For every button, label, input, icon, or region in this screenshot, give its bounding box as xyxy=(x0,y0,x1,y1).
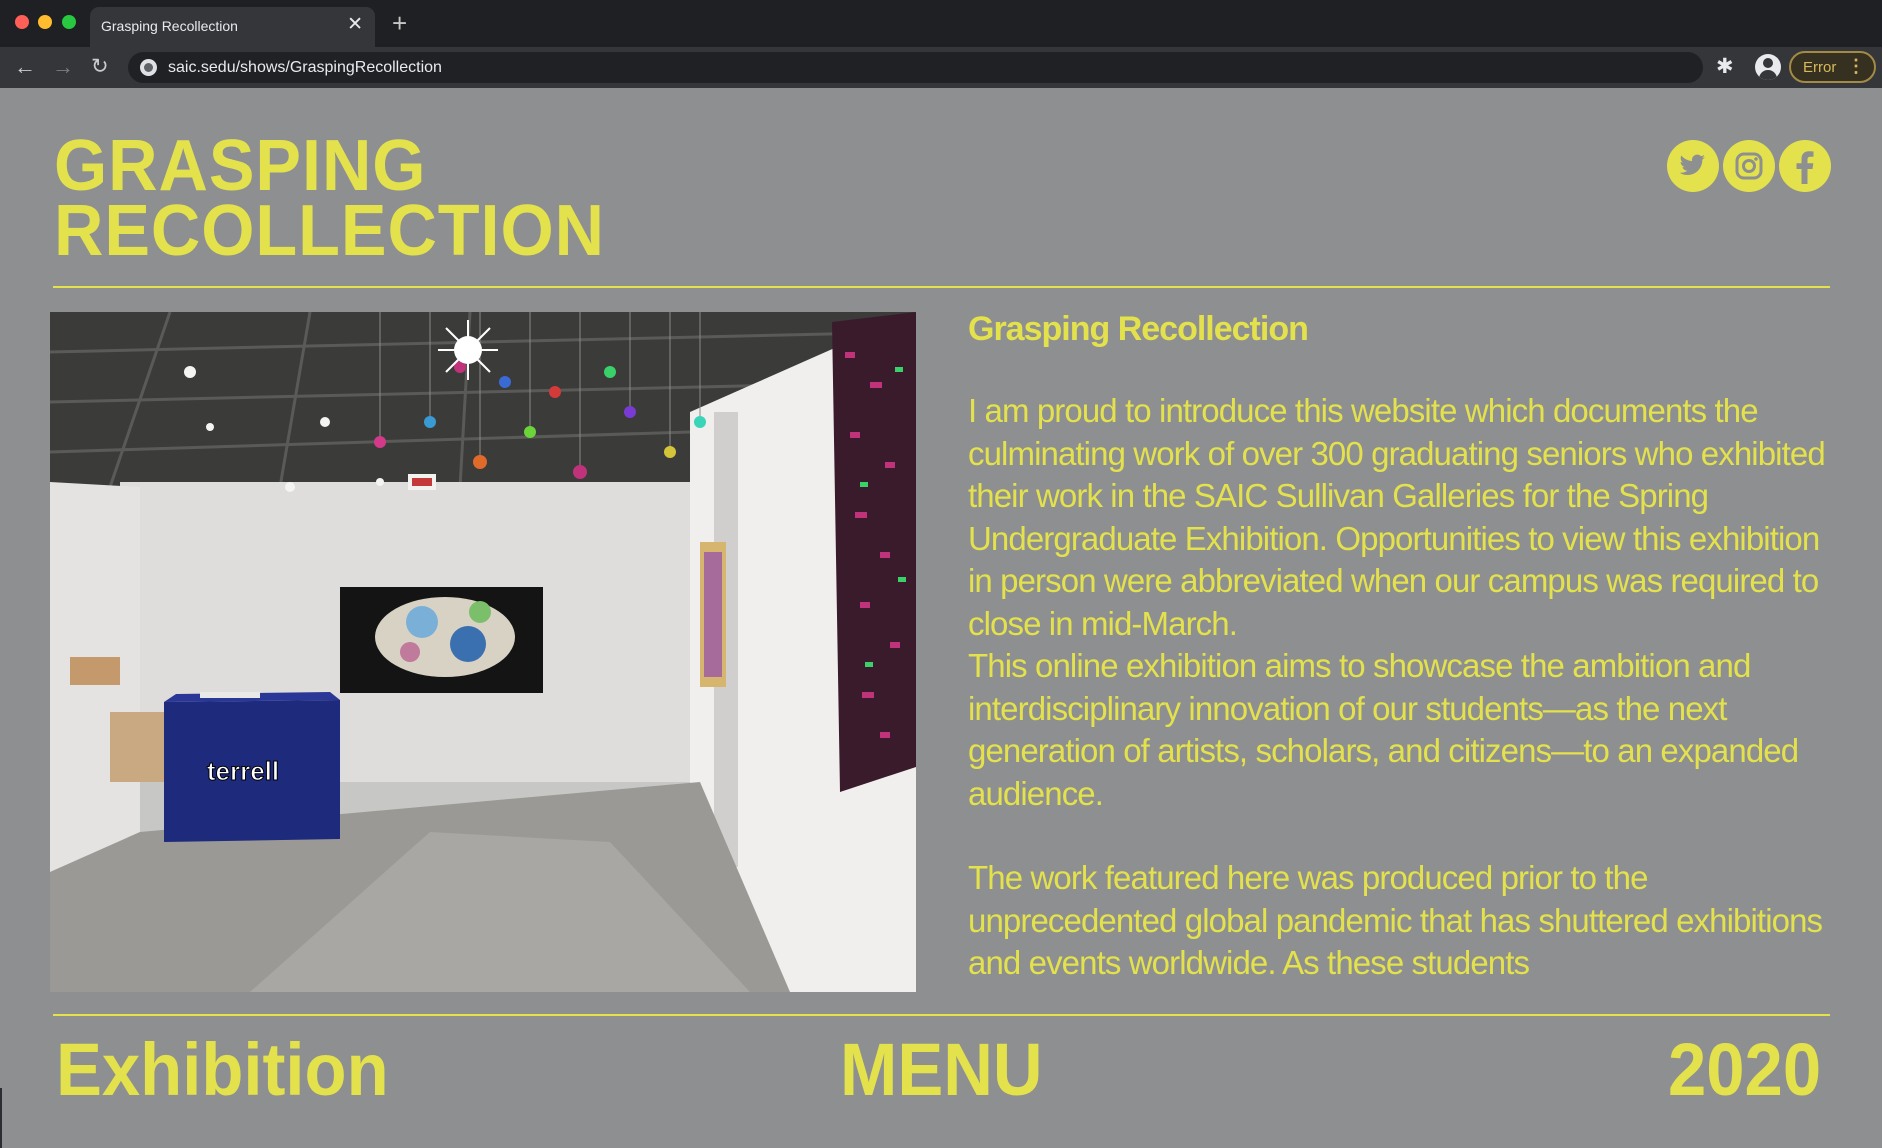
exhibition-link[interactable]: Exhibition xyxy=(56,1030,389,1110)
error-label: Error xyxy=(1803,59,1837,76)
intro-paragraph: The work featured here was produced prio… xyxy=(968,859,1823,981)
intro-section: Grasping Recollection I am proud to intr… xyxy=(968,306,1838,1027)
minimize-window-button[interactable] xyxy=(38,15,52,29)
site-title-line-1: GRASPING xyxy=(54,126,427,206)
forward-button[interactable]: → xyxy=(52,55,74,79)
close-window-button[interactable] xyxy=(15,15,29,29)
more-menu-icon[interactable]: ⋮ xyxy=(1847,56,1865,77)
reload-button[interactable]: ↻ xyxy=(91,55,109,79)
footer-divider xyxy=(53,1014,1830,1016)
url-text[interactable]: saic.sedu/shows/GraspingRecollection xyxy=(168,59,442,77)
twitter-icon[interactable] xyxy=(1667,140,1719,192)
header-divider xyxy=(53,286,1830,288)
year-link[interactable]: 2020 xyxy=(1668,1030,1821,1110)
intro-paragraph-part: I am proud to introduce this website whi… xyxy=(968,392,1826,642)
profile-avatar-icon[interactable] xyxy=(1755,54,1781,80)
page: GRASPING RECOLLECTION terrell Grasping R… xyxy=(0,88,1882,1148)
site-title-line-2: RECOLLECTION xyxy=(54,191,605,271)
site-info-icon[interactable] xyxy=(140,59,157,76)
intro-heading: Grasping Recollection xyxy=(968,310,1309,348)
site-title[interactable]: GRASPING RECOLLECTION xyxy=(54,126,605,271)
back-button[interactable]: ← xyxy=(14,55,36,79)
tab-title: Grasping Recollection xyxy=(101,18,238,34)
close-tab-icon[interactable]: ✕ xyxy=(347,15,363,35)
maximize-window-button[interactable] xyxy=(62,15,76,29)
new-tab-button[interactable]: + xyxy=(392,10,407,36)
instagram-icon[interactable] xyxy=(1723,140,1775,192)
browser-error-button[interactable]: Error ⋮ xyxy=(1789,51,1876,83)
intro-body: I am proud to introduce this website whi… xyxy=(968,390,1838,985)
window-edge xyxy=(0,1088,2,1148)
pedestal-label: terrell xyxy=(207,756,279,786)
menu-button[interactable]: MENU xyxy=(840,1030,1043,1110)
browser-tab[interactable]: Grasping Recollection ✕ xyxy=(90,7,375,47)
browser-tab-bar: Grasping Recollection ✕ + xyxy=(0,0,1882,47)
facebook-icon[interactable] xyxy=(1779,140,1831,192)
intro-paragraph-part: This online exhibition aims to showcase … xyxy=(968,647,1799,812)
gallery-photo: terrell xyxy=(50,312,916,992)
extensions-icon[interactable]: ✱ xyxy=(1716,55,1734,79)
address-bar[interactable]: saic.sedu/shows/GraspingRecollection xyxy=(128,52,1703,83)
browser-toolbar: ← → ↻ saic.sedu/shows/GraspingRecollecti… xyxy=(0,47,1882,88)
intro-paragraph: I am proud to introduce this website whi… xyxy=(968,390,1838,815)
